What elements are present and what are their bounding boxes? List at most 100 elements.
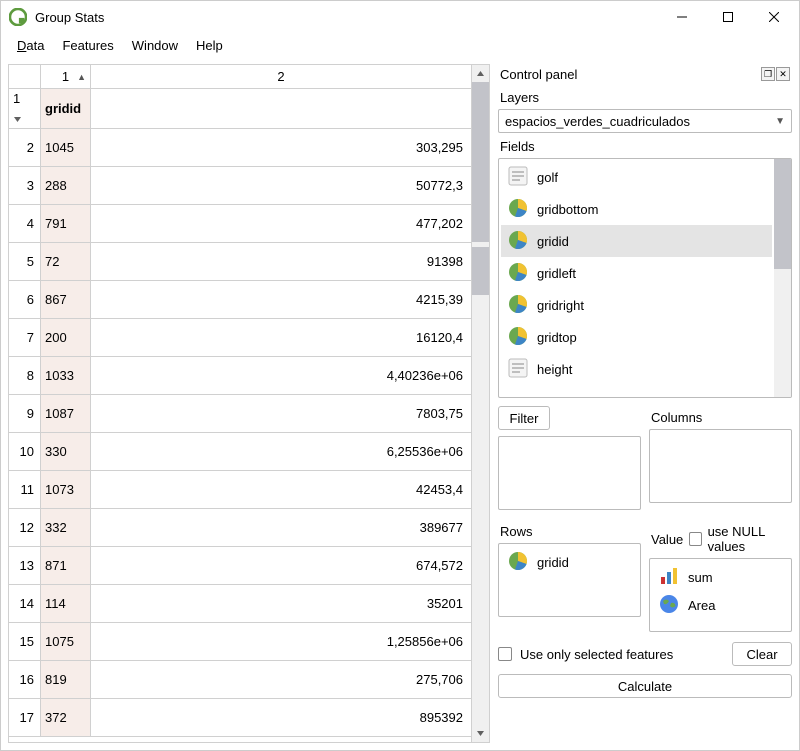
table-row[interactable]: 57291398 (9, 243, 471, 281)
table-row[interactable]: 12332389677 (9, 509, 471, 547)
panel-undock-button[interactable]: ❐ (761, 67, 775, 81)
field-item-height[interactable]: height (501, 353, 772, 385)
field-item-golf[interactable]: golf (501, 161, 772, 193)
panel-close-button[interactable]: ✕ (776, 67, 790, 81)
cell-value[interactable]: 42453,4 (91, 471, 471, 508)
cell-gridid[interactable]: 114 (41, 585, 91, 622)
cell-gridid[interactable]: 871 (41, 547, 91, 584)
cell-gridid[interactable]: 819 (41, 661, 91, 698)
cell-value[interactable]: 4215,39 (91, 281, 471, 318)
results-table[interactable]: 1 ▲ 2 1gridid21045303,295328850772,34791… (9, 65, 472, 742)
cell-gridid[interactable]: gridid (41, 89, 91, 128)
cell-gridid[interactable]: 1087 (41, 395, 91, 432)
cell-value[interactable]: 895392 (91, 699, 471, 736)
cell-gridid[interactable]: 200 (41, 319, 91, 356)
scroll-down-icon[interactable] (472, 725, 489, 742)
columns-box[interactable] (649, 429, 792, 503)
cell-value[interactable]: 7803,75 (91, 395, 471, 432)
menu-window[interactable]: Window (124, 36, 186, 55)
cell-value[interactable]: 50772,3 (91, 167, 471, 204)
maximize-button[interactable] (705, 1, 751, 33)
cell-value[interactable]: 389677 (91, 509, 471, 546)
field-item-gridleft[interactable]: gridleft (501, 257, 772, 289)
row-number[interactable]: 16 (9, 661, 41, 698)
cell-gridid[interactable]: 867 (41, 281, 91, 318)
menu-help[interactable]: Help (188, 36, 231, 55)
row-number[interactable]: 15 (9, 623, 41, 660)
cell-gridid[interactable]: 1075 (41, 623, 91, 660)
table-row[interactable]: 720016120,4 (9, 319, 471, 357)
field-item-gridbottom[interactable]: gridbottom (501, 193, 772, 225)
row-number[interactable]: 5 (9, 243, 41, 280)
table-row[interactable]: 910877803,75 (9, 395, 471, 433)
filter-button[interactable]: Filter (498, 406, 550, 430)
cell-value[interactable]: 674,572 (91, 547, 471, 584)
calculate-button[interactable]: Calculate (498, 674, 792, 698)
table-row[interactable]: 13871674,572 (9, 547, 471, 585)
cell-gridid[interactable]: 332 (41, 509, 91, 546)
cell-value[interactable]: 91398 (91, 243, 471, 280)
table-row[interactable]: 1411435201 (9, 585, 471, 623)
row-number[interactable]: 1 (9, 89, 41, 128)
value-box[interactable]: sumArea (649, 558, 792, 632)
menu-data[interactable]: Data (9, 36, 52, 55)
table-row[interactable]: 17372895392 (9, 699, 471, 737)
rows-box[interactable]: gridid (498, 543, 641, 617)
value-item-Area[interactable]: Area (654, 591, 787, 619)
row-number[interactable]: 9 (9, 395, 41, 432)
row-number[interactable]: 11 (9, 471, 41, 508)
table-row[interactable]: 68674215,39 (9, 281, 471, 319)
fields-scrollbar[interactable] (774, 159, 791, 397)
row-number[interactable]: 10 (9, 433, 41, 470)
field-item-gridid[interactable]: gridid (501, 225, 772, 257)
table-row[interactable]: 1gridid (9, 89, 471, 129)
clear-button[interactable]: Clear (732, 642, 792, 666)
row-number[interactable]: 2 (9, 129, 41, 166)
cell-gridid[interactable]: 791 (41, 205, 91, 242)
field-item-gridtop[interactable]: gridtop (501, 321, 772, 353)
cell-gridid[interactable]: 1073 (41, 471, 91, 508)
cell-value[interactable]: 477,202 (91, 205, 471, 242)
cell-value[interactable]: 4,40236e+06 (91, 357, 471, 394)
row-number[interactable]: 12 (9, 509, 41, 546)
row-number[interactable]: 7 (9, 319, 41, 356)
use-selected-checkbox[interactable] (498, 647, 512, 661)
value-item-sum[interactable]: sum (654, 563, 787, 591)
cell-gridid[interactable]: 1033 (41, 357, 91, 394)
minimize-button[interactable] (659, 1, 705, 33)
table-row[interactable]: 1510751,25856e+06 (9, 623, 471, 661)
table-row[interactable]: 328850772,3 (9, 167, 471, 205)
cell-value[interactable]: 275,706 (91, 661, 471, 698)
filter-box[interactable] (498, 436, 641, 510)
cell-gridid[interactable]: 330 (41, 433, 91, 470)
scroll-thumb[interactable] (472, 82, 489, 242)
table-row[interactable]: 11107342453,4 (9, 471, 471, 509)
scroll-up-icon[interactable] (472, 65, 489, 82)
table-scrollbar[interactable] (472, 65, 489, 742)
table-row[interactable]: 21045303,295 (9, 129, 471, 167)
layers-dropdown[interactable]: espacios_verdes_cuadriculados ▼ (498, 109, 792, 133)
column-header-2[interactable]: 2 (91, 65, 471, 88)
fields-list[interactable]: golfgridbottomgrididgridleftgridrightgri… (499, 159, 774, 397)
row-number[interactable]: 3 (9, 167, 41, 204)
cell-value[interactable]: 35201 (91, 585, 471, 622)
scroll-thumb[interactable] (472, 247, 489, 295)
use-null-checkbox[interactable] (689, 532, 701, 546)
field-item-gridright[interactable]: gridright (501, 289, 772, 321)
table-row[interactable]: 103306,25536e+06 (9, 433, 471, 471)
row-number[interactable]: 14 (9, 585, 41, 622)
close-button[interactable] (751, 1, 797, 33)
cell-gridid[interactable]: 372 (41, 699, 91, 736)
cell-value[interactable]: 6,25536e+06 (91, 433, 471, 470)
menu-features[interactable]: Features (54, 36, 121, 55)
cell-gridid[interactable]: 72 (41, 243, 91, 280)
row-number[interactable]: 8 (9, 357, 41, 394)
table-row[interactable]: 16819275,706 (9, 661, 471, 699)
row-number[interactable]: 6 (9, 281, 41, 318)
rows-item-gridid[interactable]: gridid (503, 548, 636, 576)
row-number[interactable]: 17 (9, 699, 41, 736)
cell-value[interactable]: 303,295 (91, 129, 471, 166)
cell-gridid[interactable]: 288 (41, 167, 91, 204)
cell-value[interactable]: 16120,4 (91, 319, 471, 356)
cell-value[interactable] (91, 89, 471, 128)
